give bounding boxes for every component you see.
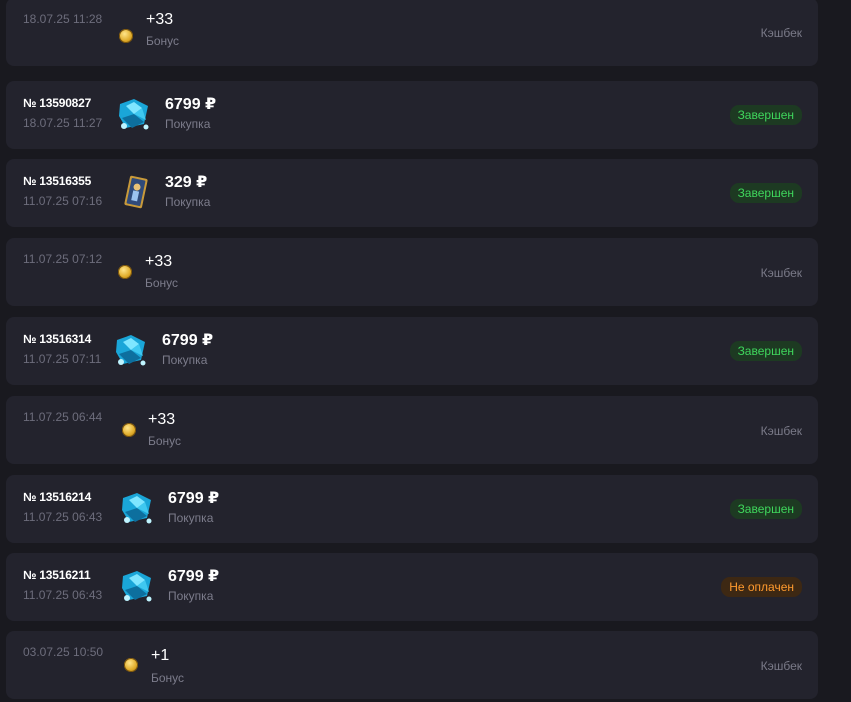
transaction-date: 11.07.25 07:12 <box>23 252 103 266</box>
status-badge: Завершен <box>729 183 802 203</box>
order-number: № 13516211 <box>23 568 91 582</box>
coin-icon <box>124 658 138 672</box>
transaction-date: 11.07.25 06:43 <box>23 510 103 524</box>
transaction-type: Бонус <box>148 434 182 448</box>
transaction-type: Бонус <box>151 671 185 685</box>
transaction-type: Покупка <box>168 511 214 525</box>
transaction-row[interactable]: 18.07.25 11:28 +33 Бонус Кэшбек <box>6 0 818 66</box>
transaction-type: Покупка <box>168 589 214 603</box>
transaction-date: 11.07.25 06:44 <box>23 410 103 424</box>
status-badge: Завершен <box>729 341 802 361</box>
transaction-list: 18.07.25 11:28 +33 Бонус Кэшбек № 135908… <box>0 0 851 702</box>
crystal-shard-icon <box>116 335 146 366</box>
transaction-amount: +33 <box>145 253 173 270</box>
transaction-amount: +33 <box>148 411 176 428</box>
coin-icon <box>118 265 132 279</box>
transaction-date: 11.07.25 07:11 <box>23 352 102 366</box>
transaction-date: 03.07.25 10:50 <box>23 645 104 659</box>
order-number: № 13516214 <box>23 490 92 504</box>
order-number: № 13590827 <box>23 96 92 110</box>
transaction-amount: +1 <box>151 647 170 664</box>
crystal-shard-icon <box>119 99 149 130</box>
transaction-amount: +33 <box>146 11 174 28</box>
transaction-row[interactable]: № 13516314 11.07.25 07:11 6799 ₽ Покупка… <box>6 317 818 385</box>
status-badge: Кэшбек <box>760 26 802 40</box>
transaction-amount: 6799 ₽ <box>168 490 220 507</box>
status-badge: Кэшбек <box>760 266 802 280</box>
status-badge: Кэшбек <box>760 659 802 673</box>
transaction-type: Покупка <box>165 117 211 131</box>
status-badge: Не оплачен <box>721 577 802 597</box>
transaction-type: Бонус <box>146 34 180 48</box>
order-number: № 13516355 <box>23 174 92 188</box>
transaction-row[interactable]: № 13516355 11.07.25 07:16 329 ₽ Покупка … <box>6 159 818 227</box>
transaction-date: 18.07.25 11:28 <box>23 12 103 26</box>
transaction-amount: 6799 ₽ <box>165 96 217 113</box>
transaction-amount: 6799 ₽ <box>162 332 214 349</box>
transaction-type: Покупка <box>165 195 211 209</box>
coin-icon <box>119 29 133 43</box>
tarot-card-icon <box>124 175 148 209</box>
transaction-row[interactable]: 11.07.25 06:44 +33 Бонус Кэшбек <box>6 396 818 464</box>
transaction-date: 18.07.25 11:27 <box>23 116 103 130</box>
transaction-date: 11.07.25 06:43 <box>23 588 103 602</box>
transaction-row[interactable]: 03.07.25 10:50 +1 Бонус Кэшбек <box>6 631 818 699</box>
transaction-date: 11.07.25 07:16 <box>23 194 103 208</box>
transaction-row[interactable]: 11.07.25 07:12 +33 Бонус Кэшбек <box>6 238 818 306</box>
order-number: № 13516314 <box>23 332 92 346</box>
transaction-row[interactable]: № 13590827 18.07.25 11:27 6799 ₽ Покупка… <box>6 81 818 149</box>
crystal-shard-icon <box>122 571 152 602</box>
crystal-shard-icon <box>122 493 152 524</box>
status-badge: Завершен <box>729 499 802 519</box>
transaction-type: Покупка <box>162 353 208 367</box>
transaction-amount: 6799 ₽ <box>168 568 220 585</box>
transaction-row[interactable]: № 13516214 11.07.25 06:43 6799 ₽ Покупка… <box>6 475 818 543</box>
status-badge: Завершен <box>729 105 802 125</box>
transaction-amount: 329 ₽ <box>165 174 208 191</box>
coin-icon <box>122 423 136 437</box>
transaction-row[interactable]: № 13516211 11.07.25 06:43 6799 ₽ Покупка… <box>6 553 818 621</box>
status-badge: Кэшбек <box>760 424 802 438</box>
transaction-type: Бонус <box>145 276 179 290</box>
